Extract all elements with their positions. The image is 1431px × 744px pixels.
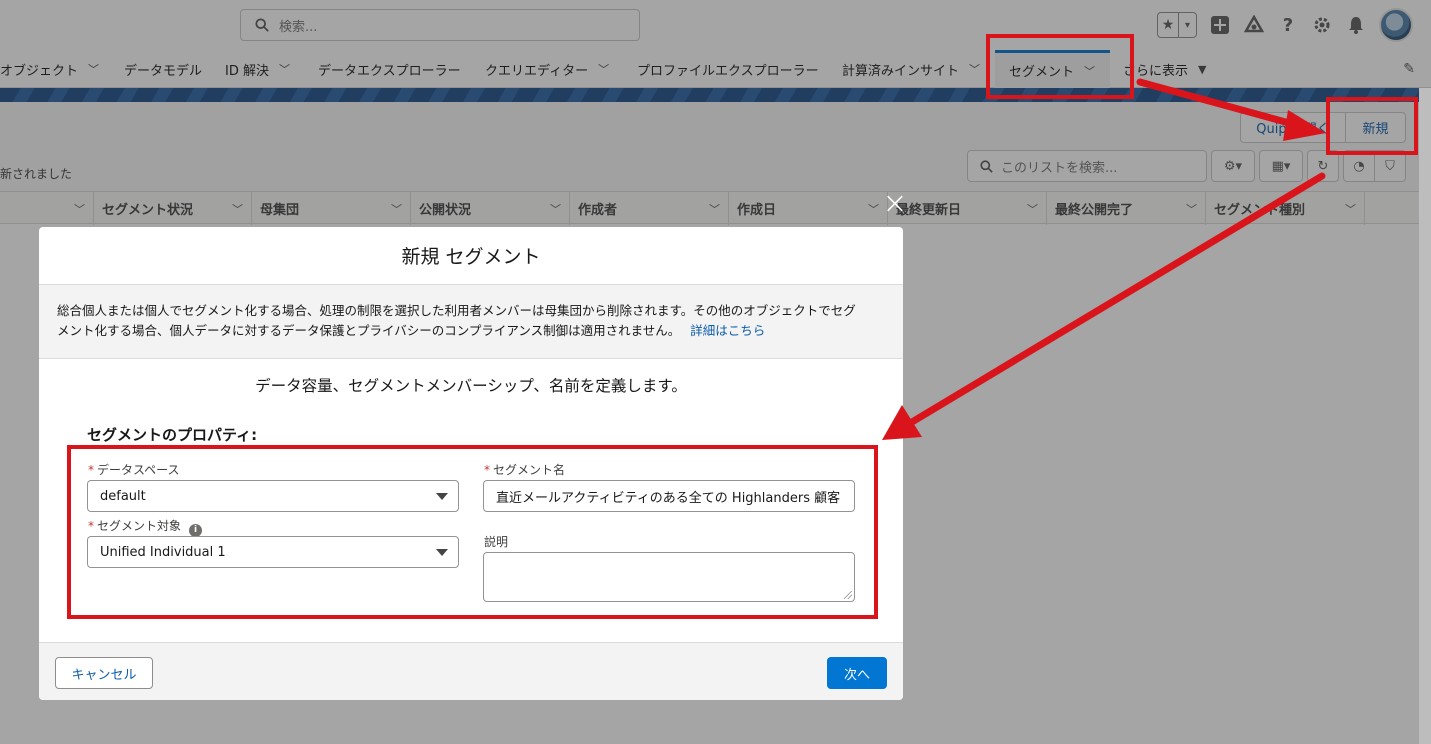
- modal-close-icon[interactable]: ×: [881, 189, 909, 219]
- next-button[interactable]: 次へ: [827, 657, 887, 689]
- highlight-box-properties: [67, 445, 878, 619]
- modal-subtitle: データ容量、セグメントメンバーシップ、名前を定義します。: [255, 377, 687, 395]
- modal-title: 新規 セグメント: [39, 227, 903, 285]
- page-scrollbar[interactable]: [1419, 88, 1431, 744]
- highlight-box-new-button: [1326, 97, 1418, 155]
- notice-line-2-text: メント化する場合、個人データに対するデータ保護とプライバシーのコンプライアンス制…: [57, 323, 681, 338]
- cancel-button[interactable]: キャンセル: [55, 657, 153, 689]
- learn-more-link[interactable]: 詳細はこちら: [690, 323, 765, 338]
- notice-line-2: メント化する場合、個人データに対するデータ保護とプライバシーのコンプライアンス制…: [57, 321, 885, 341]
- modal-footer: キャンセル 次へ: [39, 642, 903, 700]
- section-title: セグメントのプロパティ:: [87, 426, 258, 444]
- privacy-notice: 総合個人または個人でセグメント化する場合、処理の制限を選択した利用者メンバーは母…: [39, 285, 903, 359]
- highlight-box-segment-tab: [986, 34, 1134, 99]
- notice-line-1: 総合個人または個人でセグメント化する場合、処理の制限を選択した利用者メンバーは母…: [57, 303, 856, 318]
